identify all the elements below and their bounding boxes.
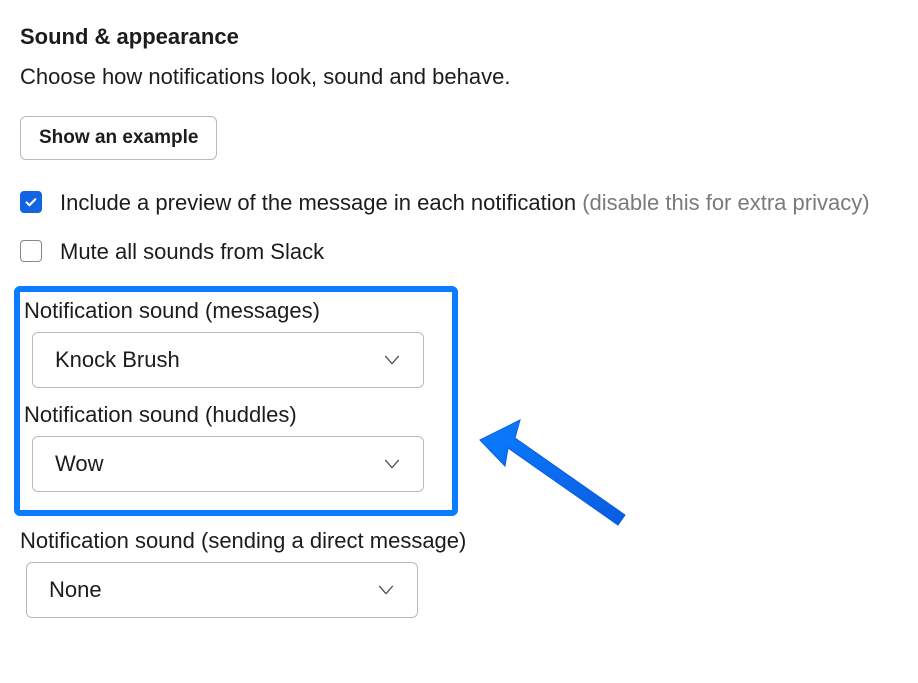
messages-sound-group: Notification sound (messages) Knock Brus… <box>20 298 446 388</box>
huddles-sound-value: Wow <box>55 451 104 477</box>
huddles-sound-group: Notification sound (huddles) Wow <box>20 402 446 492</box>
highlight-annotation-box: Notification sound (messages) Knock Brus… <box>14 286 458 516</box>
section-description: Choose how notifications look, sound and… <box>20 64 898 90</box>
chevron-down-icon <box>381 453 403 475</box>
preview-hint-text: (disable this for extra privacy) <box>582 190 869 215</box>
dm-sound-select[interactable]: None <box>26 562 418 618</box>
preview-checkbox[interactable] <box>20 191 42 213</box>
preview-checkbox-label: Include a preview of the message in each… <box>60 188 870 219</box>
mute-checkbox-row: Mute all sounds from Slack <box>20 237 898 268</box>
messages-sound-value: Knock Brush <box>55 347 180 373</box>
messages-sound-select[interactable]: Knock Brush <box>32 332 424 388</box>
preview-checkbox-row: Include a preview of the message in each… <box>20 188 898 219</box>
dm-sound-value: None <box>49 577 102 603</box>
chevron-down-icon <box>375 579 397 601</box>
show-example-button[interactable]: Show an example <box>20 116 217 160</box>
section-title: Sound & appearance <box>20 24 898 50</box>
huddles-sound-select[interactable]: Wow <box>32 436 424 492</box>
dm-sound-group: Notification sound (sending a direct mes… <box>20 528 898 618</box>
messages-sound-label: Notification sound (messages) <box>20 298 446 324</box>
dm-sound-label: Notification sound (sending a direct mes… <box>20 528 898 554</box>
mute-checkbox[interactable] <box>20 240 42 262</box>
check-icon <box>24 195 38 209</box>
preview-label-text: Include a preview of the message in each… <box>60 190 582 215</box>
chevron-down-icon <box>381 349 403 371</box>
huddles-sound-label: Notification sound (huddles) <box>20 402 446 428</box>
mute-checkbox-label: Mute all sounds from Slack <box>60 237 324 268</box>
